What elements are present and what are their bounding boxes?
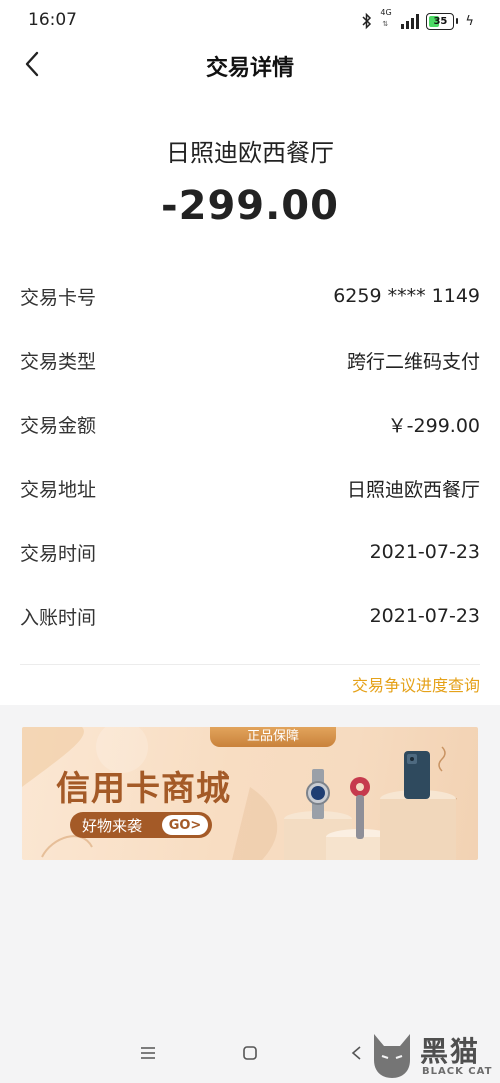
detail-row-card-number: 交易卡号 6259 **** 1149 <box>20 264 480 328</box>
watermark-text: 黑猫 <box>420 1035 481 1068</box>
battery-icon: 35 <box>426 12 459 30</box>
detail-label: 交易卡号 <box>20 286 97 309</box>
home-square-icon <box>243 1046 257 1060</box>
product-display-icon <box>284 751 456 860</box>
detail-row-address: 交易地址 日照迪欧西餐厅 <box>20 456 480 520</box>
detail-value: 跨行二维码支付 <box>346 350 480 373</box>
detail-value: 6259 **** 1149 <box>333 285 480 307</box>
detail-label: 交易类型 <box>20 350 97 373</box>
banner-subtitle: 好物来袭 <box>82 816 143 835</box>
battery-level: 35 <box>433 15 448 27</box>
charging-icon: ϟ <box>465 13 474 29</box>
detail-label: 交易时间 <box>20 542 97 565</box>
detail-value: 2021-07-23 <box>369 605 480 627</box>
header: 交易详情 <box>0 44 500 88</box>
status-bar: 16:07 4G ⇅ 35 ϟ <box>0 0 500 44</box>
merchant-name: 日照迪欧西餐厅 <box>166 139 334 167</box>
dispute-query-link[interactable]: 交易争议进度查询 <box>352 672 480 696</box>
detail-label: 入账时间 <box>20 606 97 629</box>
divider <box>20 664 480 665</box>
detail-value: 日照迪欧西餐厅 <box>346 478 480 501</box>
menu-icon <box>141 1047 155 1059</box>
go-button[interactable]: GO> <box>162 815 208 835</box>
signal-icon <box>401 13 420 29</box>
back-triangle-icon <box>351 1046 361 1060</box>
home-button[interactable] <box>236 1041 264 1065</box>
cat-logo-icon <box>374 1034 410 1078</box>
banner-title: 信用卡商城 <box>56 769 231 809</box>
transaction-amount: -299.00 <box>161 183 339 229</box>
detail-label: 交易地址 <box>20 478 97 501</box>
data-arrows-icon: ⇅ <box>382 20 389 28</box>
banner-cta[interactable]: 好物来袭 GO> <box>70 812 212 838</box>
black-cat-watermark: 黑猫 BLACK CAT <box>368 1030 494 1082</box>
detail-value: 2021-07-23 <box>369 541 480 563</box>
detail-row-type: 交易类型 跨行二维码支付 <box>20 328 480 392</box>
detail-label: 交易金额 <box>20 414 97 437</box>
status-time: 16:07 <box>28 10 77 30</box>
bluetooth-icon <box>362 12 372 30</box>
detail-list: 交易卡号 6259 **** 1149 交易类型 跨行二维码支付 交易金额 ￥-… <box>20 264 480 648</box>
network-indicator: 4G ⇅ <box>380 8 394 31</box>
menu-button[interactable] <box>134 1041 162 1065</box>
mall-banner[interactable]: 正品保障 信用卡商城 好物来袭 GO> <box>22 727 478 860</box>
detail-row-amount: 交易金额 ￥-299.00 <box>20 392 480 456</box>
detail-row-posting-time: 入账时间 2021-07-23 <box>20 584 480 648</box>
page-title: 交易详情 <box>205 56 294 81</box>
detail-value: ￥-299.00 <box>387 414 480 437</box>
status-icons: 4G ⇅ 35 ϟ <box>361 8 474 32</box>
detail-row-time: 交易时间 2021-07-23 <box>20 520 480 584</box>
network-label: 4G <box>380 8 392 17</box>
watermark-subtext: BLACK CAT <box>422 1066 493 1077</box>
back-nav-button[interactable] <box>342 1041 370 1065</box>
